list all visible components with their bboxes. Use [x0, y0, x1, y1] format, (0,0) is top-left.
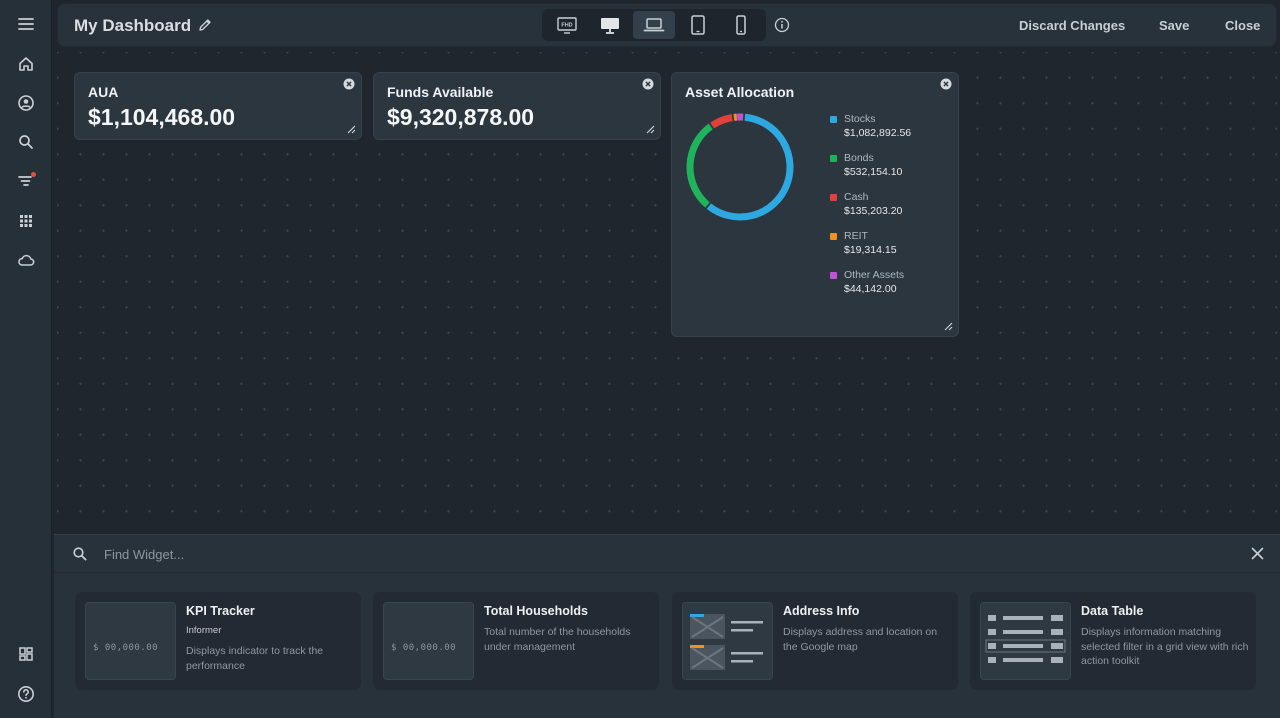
preview-value: $ 00,000.00: [391, 643, 457, 653]
legend-swatch: [830, 194, 837, 201]
legend-label: Bonds: [844, 152, 874, 164]
card-title: KPI Tracker: [186, 604, 255, 618]
legend-item: REIT $19,314.15: [830, 229, 911, 268]
widget-search-bar: [54, 535, 1280, 573]
pencil-icon[interactable]: [197, 17, 213, 33]
device-tablet-button[interactable]: [677, 11, 719, 39]
widgets-icon[interactable]: [14, 642, 38, 666]
widget-preview-thumbnail: $ 00,000.00: [85, 602, 176, 680]
device-toggle-group: FHD: [542, 9, 766, 41]
device-laptop-button[interactable]: [633, 11, 675, 39]
asset-allocation-widget[interactable]: Asset Allocation Stocks $1,082,892.56 Bond…: [671, 72, 959, 337]
legend-swatch: [830, 233, 837, 240]
widget-card-kpi-tracker[interactable]: $ 00,000.00 KPI Tracker Informer Display…: [75, 592, 361, 690]
legend-swatch: [830, 116, 837, 123]
card-title: Total Households: [484, 604, 588, 618]
notification-badge: [31, 172, 36, 177]
card-description: Displays address and location on the Goo…: [783, 626, 938, 653]
card-description: Total number of the households under man…: [484, 626, 631, 653]
card-subtitle: Informer: [186, 625, 222, 636]
close-button[interactable]: Close: [1225, 18, 1260, 33]
widget-preview-thumbnail: [682, 602, 773, 680]
widget-card-total-households[interactable]: $ 00,000.00 Total Households Total numbe…: [373, 592, 659, 690]
aua-widget[interactable]: AUA $1,104,468.00: [74, 72, 362, 140]
find-widget-input[interactable]: [104, 543, 1004, 565]
remove-widget-icon[interactable]: [642, 78, 654, 90]
device-desktop-button[interactable]: [590, 11, 632, 39]
resize-handle-icon[interactable]: [645, 124, 655, 134]
discard-changes-button[interactable]: Discard Changes: [1019, 18, 1125, 33]
map-preview-icon: [690, 614, 763, 670]
widget-value: $9,320,878.00: [387, 104, 535, 130]
legend-swatch: [830, 155, 837, 162]
legend-label: Other Assets: [844, 269, 905, 281]
legend-item: Stocks $1,082,892.56: [830, 112, 911, 151]
menu-icon[interactable]: [14, 12, 38, 36]
widget-title: Asset Allocation: [685, 84, 795, 100]
dashboard-canvas[interactable]: AUA $1,104,468.00 Funds Available $9,320…: [57, 52, 1277, 532]
funds-available-widget[interactable]: Funds Available $9,320,878.00: [373, 72, 661, 140]
mobile-icon: [736, 15, 746, 35]
info-icon[interactable]: [774, 17, 790, 33]
donut-slice-cash: [710, 114, 733, 129]
card-description: Displays indicator to track the performa…: [186, 645, 324, 672]
fhd-monitor-icon: FHD: [557, 17, 577, 34]
desktop-icon: [601, 18, 620, 34]
top-header: My Dashboard FHD Discard Changes Save Cl…: [57, 3, 1277, 47]
legend-swatch: [830, 272, 837, 279]
preview-value: $ 00,000.00: [93, 643, 159, 653]
chart-legend: Stocks $1,082,892.56 Bonds $532,154.10 Cash $…: [830, 112, 911, 307]
legend-value: $135,203.20: [844, 205, 903, 217]
profile-icon[interactable]: [14, 91, 38, 115]
apps-grid-icon[interactable]: [14, 209, 38, 233]
card-title: Address Info: [783, 604, 860, 618]
laptop-icon: [643, 18, 665, 32]
widget-title: AUA: [88, 84, 119, 100]
legend-value: $44,142.00: [844, 283, 897, 295]
widget-card-address-info[interactable]: Address Info Displays address and locati…: [672, 592, 958, 690]
filter-icon[interactable]: [14, 169, 38, 193]
legend-value: $19,314.15: [844, 244, 897, 256]
tablet-icon: [690, 15, 705, 35]
legend-label: Cash: [844, 191, 869, 203]
cloud-icon[interactable]: [14, 248, 38, 272]
widget-preview-thumbnail: [980, 602, 1071, 680]
resize-handle-icon[interactable]: [943, 321, 953, 331]
legend-label: Stocks: [844, 113, 876, 125]
widget-value: $1,104,468.00: [88, 104, 236, 130]
search-icon: [73, 547, 87, 561]
help-icon[interactable]: [14, 682, 38, 706]
card-title: Data Table: [1081, 604, 1144, 618]
widget-library-panel: $ 00,000.00 KPI Tracker Informer Display…: [54, 534, 1280, 718]
widget-preview-thumbnail: $ 00,000.00: [383, 602, 474, 680]
donut-slice-bonds: [686, 123, 713, 208]
search-icon[interactable]: [14, 130, 38, 154]
legend-item: Cash $135,203.20: [830, 190, 911, 229]
device-mobile-button[interactable]: [720, 11, 762, 39]
home-icon[interactable]: [14, 52, 38, 76]
svg-text:FHD: FHD: [561, 23, 572, 29]
resize-handle-icon[interactable]: [346, 124, 356, 134]
remove-widget-icon[interactable]: [940, 78, 952, 90]
legend-item: Other Assets $44,142.00: [830, 268, 911, 307]
legend-value: $1,082,892.56: [844, 127, 912, 139]
legend-value: $532,154.10: [844, 166, 903, 178]
donut-slice-stocks: [706, 113, 794, 221]
table-preview-icon: [985, 615, 1066, 663]
save-button[interactable]: Save: [1159, 18, 1189, 33]
left-sidebar: [0, 0, 52, 718]
card-description: Displays information matching selected f…: [1081, 626, 1249, 667]
widget-card-data-table[interactable]: Data Table Displays information matching…: [970, 592, 1256, 690]
page-title: My Dashboard: [74, 16, 192, 35]
legend-item: Bonds $532,154.10: [830, 151, 911, 190]
close-icon[interactable]: [1251, 547, 1264, 560]
legend-label: REIT: [844, 230, 868, 242]
device-fhd-button[interactable]: FHD: [546, 11, 588, 39]
widget-title: Funds Available: [387, 84, 494, 100]
asset-allocation-donut-chart: [686, 113, 794, 221]
remove-widget-icon[interactable]: [343, 78, 355, 90]
